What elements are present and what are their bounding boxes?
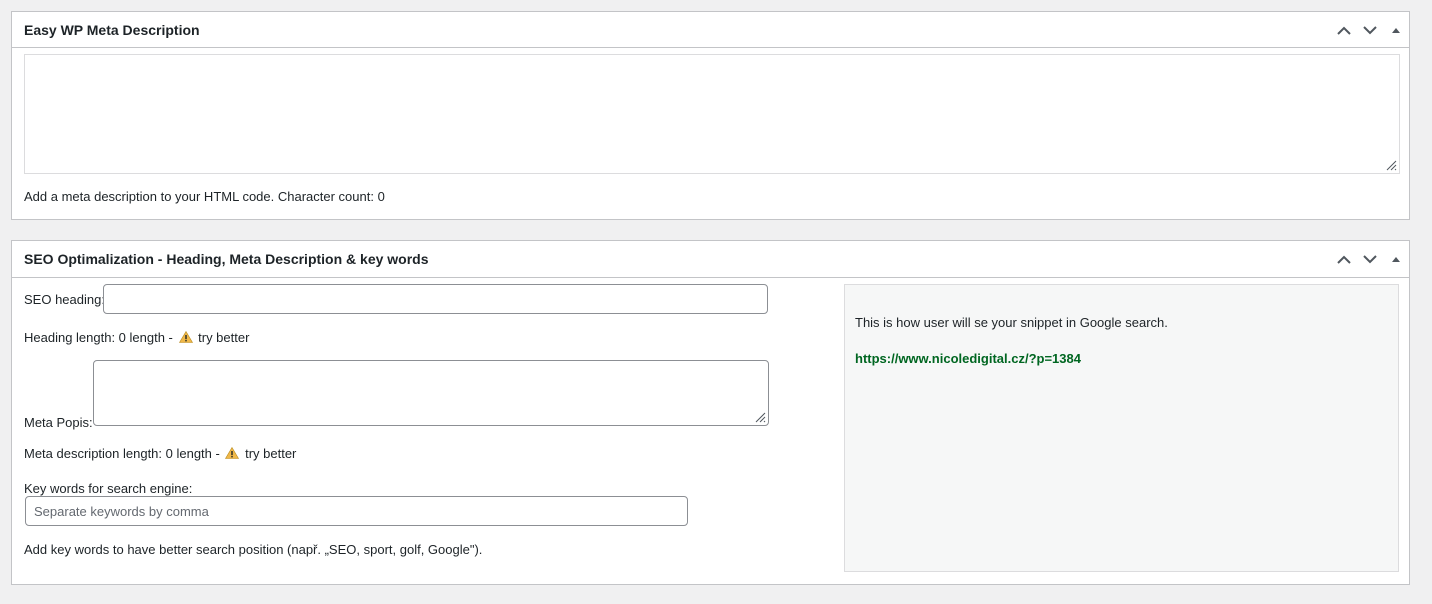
snippet-preview-url[interactable]: https://www.nicoledigital.cz/?p=1384 <box>855 350 1081 368</box>
toggle-panel-button[interactable] <box>1383 12 1409 48</box>
box-title: Easy WP Meta Description <box>24 22 200 38</box>
postbox-header: Easy WP Meta Description <box>12 12 1409 48</box>
toggle-panel-button[interactable] <box>1383 241 1409 277</box>
meta-warning-text: try better <box>245 446 297 461</box>
keywords-input[interactable] <box>25 496 688 526</box>
chevron-down-icon <box>1363 25 1377 35</box>
heading-warning-text: try better <box>198 330 250 345</box>
heading-length-status: Heading length: 0 length - try better <box>24 329 249 348</box>
handle-actions <box>1331 241 1409 277</box>
keywords-help: Add key words to have better search posi… <box>24 542 483 557</box>
postbox-header: SEO Optimalization - Heading, Meta Descr… <box>12 241 1409 278</box>
easy-wp-meta-description-box: Easy WP Meta Description Add a meta desc… <box>11 11 1410 220</box>
meta-length-text: Meta description length: 0 length - <box>24 446 224 461</box>
snippet-preview-intro: This is how user will se your snippet in… <box>855 315 1168 330</box>
seo-heading-label: SEO heading: <box>24 292 105 307</box>
chevron-up-icon <box>1337 255 1351 264</box>
move-down-button[interactable] <box>1357 12 1383 48</box>
chevron-down-icon <box>1363 254 1377 264</box>
meta-popis-label: Meta Popis: <box>24 415 93 430</box>
move-up-button[interactable] <box>1331 12 1357 48</box>
seo-optimalization-box: SEO Optimalization - Heading, Meta Descr… <box>11 240 1410 585</box>
move-down-button[interactable] <box>1357 241 1383 277</box>
handle-actions <box>1331 12 1409 48</box>
meta-description-help: Add a meta description to your HTML code… <box>24 189 385 204</box>
triangle-up-icon <box>1391 27 1401 34</box>
meta-description-length-status: Meta description length: 0 length - try … <box>24 445 296 464</box>
snippet-preview-panel: This is how user will se your snippet in… <box>844 284 1399 572</box>
warning-icon <box>225 446 240 464</box>
triangle-up-icon <box>1391 256 1401 263</box>
meta-popis-textarea[interactable] <box>93 360 769 426</box>
heading-length-text: Heading length: 0 length - <box>24 330 177 345</box>
seo-heading-input[interactable] <box>103 284 768 314</box>
meta-description-textarea[interactable] <box>24 54 1400 174</box>
chevron-up-icon <box>1337 26 1351 35</box>
warning-icon <box>178 330 193 348</box>
box-title: SEO Optimalization - Heading, Meta Descr… <box>24 251 429 267</box>
move-up-button[interactable] <box>1331 241 1357 277</box>
